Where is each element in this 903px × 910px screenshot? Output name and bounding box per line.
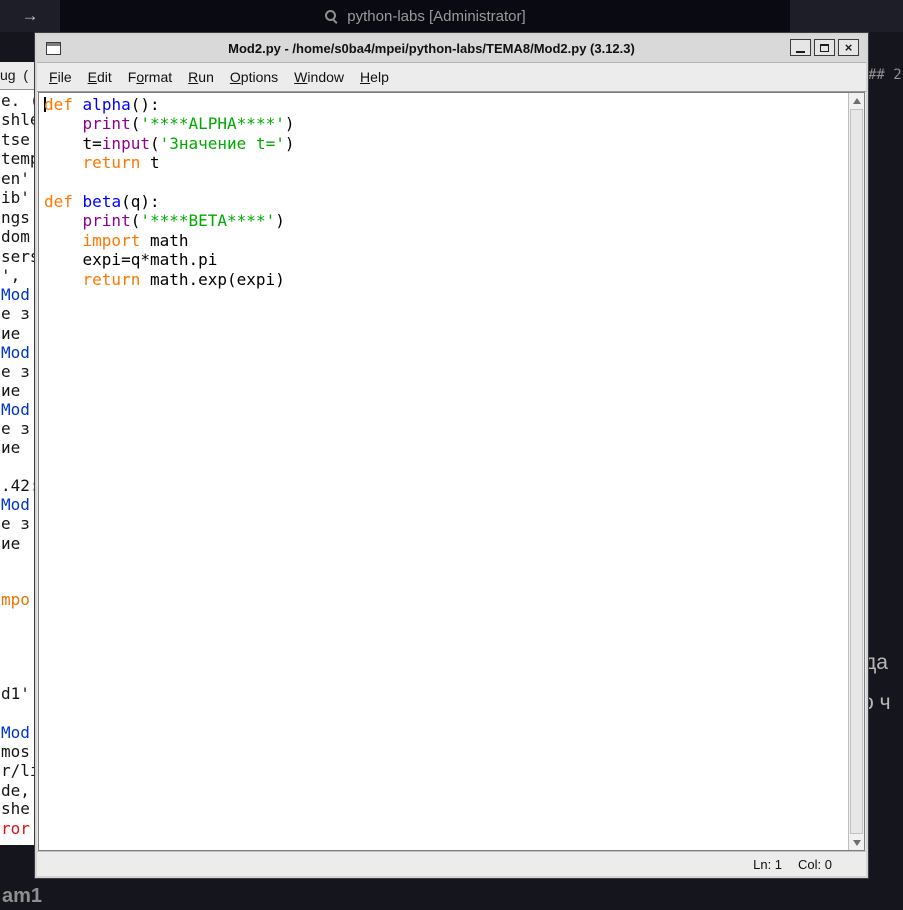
code-line-9: expi=q*math.pi [44,250,848,269]
background-fragment: ие | [1,536,40,552]
code-line-6: def beta(q): [44,192,848,211]
background-fragment: ие | [1,326,40,342]
code-area[interactable]: def alpha(): print('****ALPHA****') t=in… [39,93,848,850]
code-line-4: return t [44,153,848,172]
menu-help[interactable]: Help [352,69,397,85]
code-line-1: def alpha(): [44,95,848,114]
background-fragment: mpo [1,592,30,608]
background-fragment: ug ( [0,68,28,82]
background-fragment: ngs [1,210,30,226]
close-button[interactable]: × [838,39,859,56]
background-fragment: dom [1,229,30,245]
scrollbar-thumb[interactable] [850,109,863,834]
editor-region: def alpha(): print('****ALPHA****') t=in… [38,92,865,851]
status-col: Col: 0 [798,857,832,872]
title-bar[interactable]: Mod2.py - /home/s0ba4/mpei/python-labs/T… [37,35,866,63]
forward-arrow-icon[interactable]: → [0,0,60,32]
background-fragment: e. ( [1,93,40,109]
background-fragment: e з [1,516,30,532]
maximize-button[interactable] [814,39,835,56]
background-fragment: .42: [1,478,40,494]
background-fragment: am1 [2,886,42,906]
background-fragment: tse [1,132,30,148]
code-line-7: print('****BETA****') [44,211,848,230]
code-line-10: return math.exp(expi) [44,270,848,289]
code-line-3: t=input('Значение t=') [44,134,848,153]
background-fragment: e з [1,306,30,322]
scroll-up-button[interactable] [849,93,864,108]
background-fragment: sers [1,249,40,265]
minimize-button[interactable] [790,39,811,56]
status-line: Ln: 1 [753,857,782,872]
background-fragment: ror [1,821,30,837]
arrow-glyph: → [22,6,39,26]
menu-bar: FileEditFormatRunOptionsWindowHelp [37,63,866,92]
idle-editor-window: Mod2.py - /home/s0ba4/mpei/python-labs/T… [35,33,868,878]
maximize-icon [820,44,829,52]
arrow-down-icon [853,840,861,846]
scroll-down-button[interactable] [849,835,864,850]
window-icon[interactable] [46,42,61,55]
minimize-icon [796,51,805,53]
background-fragment: mos [1,744,30,760]
background-fragment: temp [1,151,40,167]
close-icon: × [845,41,853,54]
top-bar: → python-labs [Administrator] [0,0,903,32]
menu-format[interactable]: Format [120,69,180,85]
background-fragment: e з [1,421,30,437]
code-line-8: import math [44,231,848,250]
background-fragment: d1' [1,686,30,702]
background-fragment: Mod [1,497,30,513]
background-fragment: ib' [1,190,30,206]
background-fragment: de, [1,783,30,799]
window-title: Mod2.py - /home/s0ba4/mpei/python-labs/T… [77,41,786,56]
code-line-2: print('****ALPHA****') [44,114,848,133]
menu-edit[interactable]: Edit [80,69,120,85]
background-fragment: ие | [1,383,40,399]
terminal-tab[interactable]: python-labs [Administrator] [60,0,790,32]
search-icon [324,9,338,23]
top-bar-right-area [790,0,903,32]
terminal-tab-title: python-labs [Administrator] [347,8,525,25]
status-bar: Ln: 1 Col: 0 [37,851,866,876]
code-line-5 [44,173,848,192]
background-fragment: she [1,801,30,817]
menu-file[interactable]: File [41,69,80,85]
background-fragment: e з [1,364,30,380]
background-fragment: en' [1,171,30,187]
background-fragment: ие | [1,440,40,456]
background-fragment: r/li [1,763,40,779]
arrow-up-icon [853,98,861,104]
background-fragment: shle [1,112,40,128]
background-fragment: Mod [1,725,30,741]
vertical-scrollbar[interactable] [848,93,864,850]
window-controls: × [790,39,859,56]
menu-options[interactable]: Options [222,69,286,85]
background-fragment: Mod [1,345,30,361]
menu-run[interactable]: Run [180,69,222,85]
background-fragment: Mod [1,402,30,418]
menu-window[interactable]: Window [286,69,352,85]
background-fragment: Mod [1,287,30,303]
background-fragment: ', [1,268,20,284]
background-fragment: ## 2 [868,68,902,82]
